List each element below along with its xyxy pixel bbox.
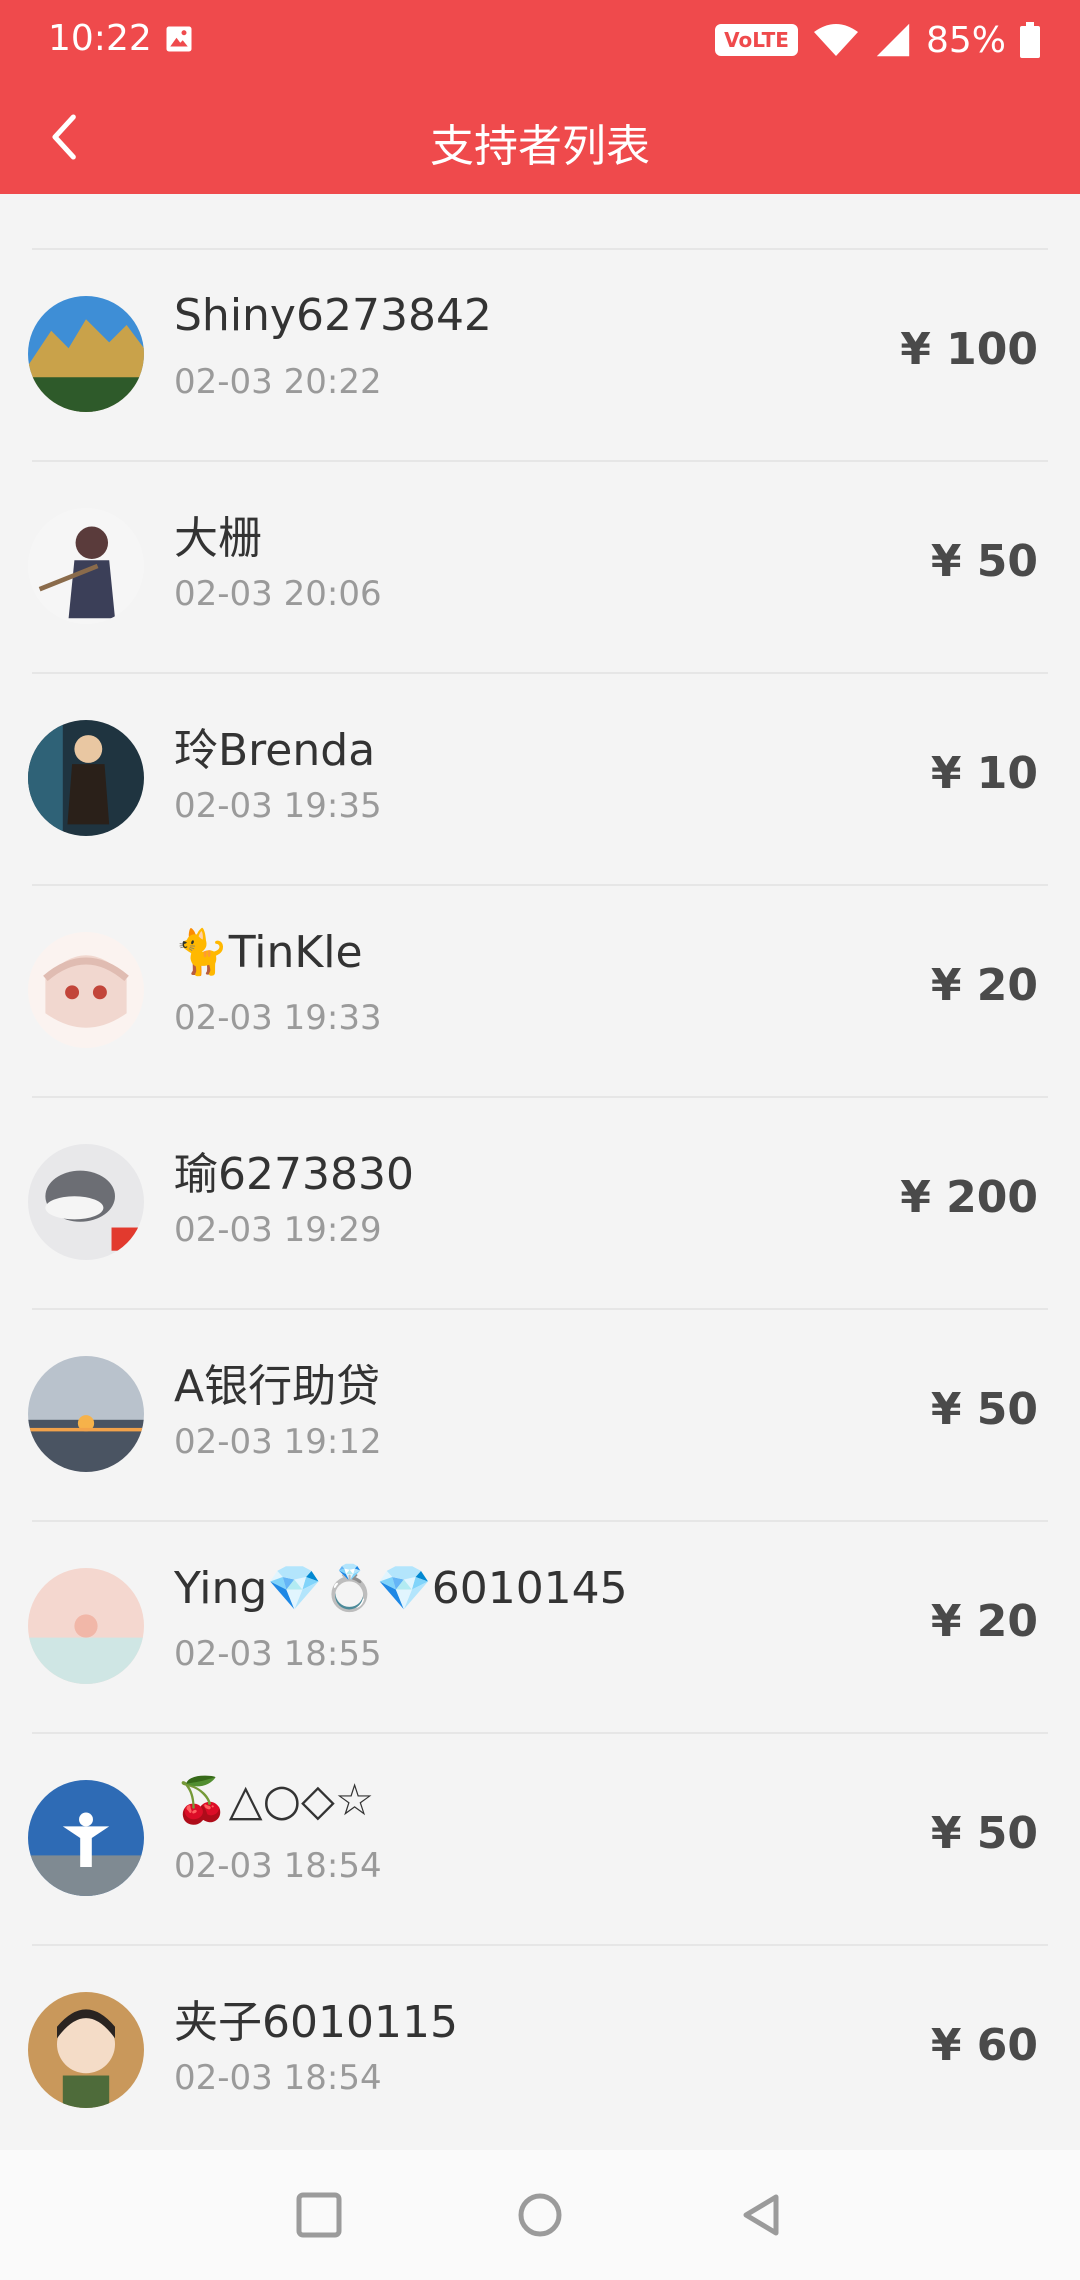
supporter-row[interactable]: A银行助贷 02-03 19:12 ¥ 50 — [0, 1310, 1080, 1522]
supporter-row[interactable]: 玲Brenda 02-03 19:35 ¥ 10 — [0, 674, 1080, 886]
avatar — [28, 1568, 144, 1684]
support-time: 02-03 19:35 — [174, 786, 382, 826]
back-nav-button[interactable] — [726, 2180, 796, 2250]
supporter-list[interactable]: Shiny6273842 02-03 20:22 ¥ 100 大栅 02-03 … — [0, 194, 1080, 2150]
avatar — [28, 720, 144, 836]
supporter-name: 夹子6010115 — [174, 1997, 458, 2048]
supporter-name: A银行助贷 — [174, 1361, 381, 1412]
supporter-name: 🐈TinKle — [174, 927, 363, 978]
system-nav-bar — [0, 2150, 1080, 2280]
supporter-name: Shiny6273842 — [174, 290, 492, 341]
support-amount: ¥ 50 — [930, 536, 1038, 587]
avatar — [28, 296, 144, 412]
support-time: 02-03 19:33 — [174, 998, 382, 1038]
support-amount: ¥ 100 — [900, 324, 1038, 375]
support-amount: ¥ 20 — [930, 960, 1038, 1011]
supporter-row[interactable]: 🍒△○◇☆ 02-03 18:54 ¥ 50 — [0, 1734, 1080, 1946]
home-button[interactable] — [505, 2180, 575, 2250]
back-triangle-icon — [743, 2194, 779, 2236]
support-time: 02-03 18:54 — [174, 1846, 382, 1886]
supporter-row[interactable]: 瑜6273830 02-03 19:29 ¥ 200 — [0, 1098, 1080, 1310]
recents-button[interactable] — [284, 2180, 354, 2250]
home-circle-icon — [518, 2193, 562, 2237]
status-bar: 10:22 VoLTE 85% — [0, 0, 1080, 80]
wifi-icon — [813, 24, 858, 56]
support-amount: ¥ 50 — [930, 1384, 1038, 1435]
supporter-name: 大栅 — [174, 513, 262, 564]
support-time: 02-03 20:06 — [174, 574, 382, 614]
avatar — [28, 932, 144, 1048]
support-amount: ¥ 60 — [930, 2020, 1038, 2071]
support-time: 02-03 18:55 — [174, 1634, 382, 1674]
support-amount: ¥ 50 — [930, 1808, 1038, 1859]
avatar — [28, 1992, 144, 2108]
supporter-row[interactable]: 大栅 02-03 20:06 ¥ 50 — [0, 462, 1080, 674]
status-time: 10:22 — [48, 18, 152, 59]
support-amount: ¥ 200 — [900, 1172, 1038, 1223]
support-time: 02-03 18:54 — [174, 2058, 382, 2098]
avatar — [28, 1356, 144, 1472]
supporter-row[interactable]: 🐈TinKle 02-03 19:33 ¥ 20 — [0, 886, 1080, 1098]
app-bar: 支持者列表 — [0, 80, 1080, 194]
page-title: 支持者列表 — [430, 121, 650, 172]
support-time: 02-03 19:29 — [174, 1210, 382, 1250]
support-amount: ¥ 10 — [930, 748, 1038, 799]
recents-square-icon — [296, 2192, 342, 2238]
avatar — [28, 508, 144, 624]
volte-icon: VoLTE — [715, 24, 798, 56]
supporter-name: 玲Brenda — [174, 725, 376, 776]
gallery-icon — [166, 26, 192, 52]
support-time: 02-03 19:12 — [174, 1422, 382, 1462]
battery-icon — [1020, 22, 1040, 58]
support-amount: ¥ 20 — [930, 1596, 1038, 1647]
support-time: 02-03 20:22 — [174, 362, 382, 402]
supporter-row[interactable]: 夹子6010115 02-03 18:54 ¥ 60 — [0, 1946, 1080, 2150]
supporter-row[interactable]: Ying💎💍💎6010145 02-03 18:55 ¥ 20 — [0, 1522, 1080, 1734]
avatar — [28, 1144, 144, 1260]
supporter-name: 瑜6273830 — [174, 1149, 414, 1200]
avatar — [28, 1780, 144, 1896]
signal-icon — [876, 23, 910, 57]
supporter-row[interactable]: Shiny6273842 02-03 20:22 ¥ 100 — [0, 250, 1080, 462]
supporter-name: Ying💎💍💎6010145 — [174, 1563, 628, 1614]
supporter-name: 🍒△○◇☆ — [174, 1775, 375, 1826]
battery-percent: 85% — [925, 19, 1006, 61]
